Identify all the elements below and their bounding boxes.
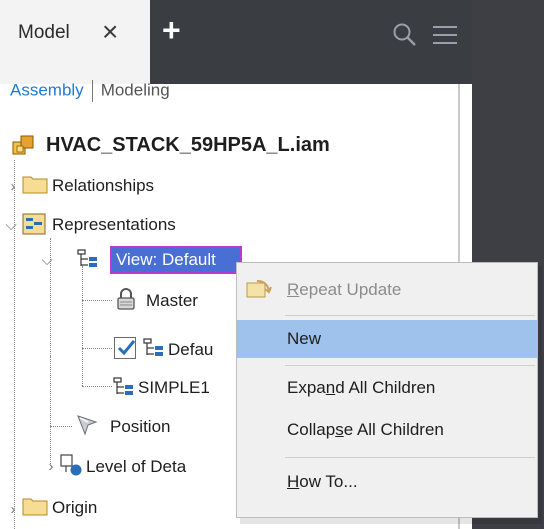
menu-item-label: New [287, 329, 322, 348]
close-icon[interactable]: × [102, 18, 118, 46]
menu-item-new[interactable]: New [237, 320, 537, 358]
chevron-right-icon[interactable]: › [6, 502, 20, 517]
tree-item-simple1[interactable]: SIMPLE1 [138, 378, 210, 398]
tree-item-view-default[interactable]: View: Default [116, 250, 216, 270]
assembly-icon [12, 135, 34, 155]
view-representation-icon [143, 338, 163, 356]
representations-icon [22, 213, 46, 235]
menu-item-label: Repeat Update [287, 280, 402, 299]
tree-item-default[interactable]: Defau [168, 340, 213, 360]
menu-item-label: How To... [287, 472, 358, 491]
tree-item-level-of-detail[interactable]: Level of Deta [86, 457, 186, 477]
menu-item-how-to[interactable]: How To... [237, 463, 537, 501]
folder-icon [22, 176, 48, 194]
tab-model-label: Model [18, 22, 70, 43]
tree-item-representations[interactable]: Representations [52, 215, 176, 235]
menu-separator [285, 457, 535, 458]
tree-root-assembly[interactable]: HVAC_STACK_59HP5A_L.iam [46, 134, 330, 157]
level-of-detail-icon [60, 454, 82, 476]
chevron-right-icon[interactable]: › [6, 179, 20, 194]
view-representation-icon [77, 249, 97, 267]
tree-item-position[interactable]: Position [110, 417, 170, 437]
menu-item-repeat-update[interactable]: Repeat Update [237, 271, 537, 309]
search-icon[interactable] [392, 22, 418, 48]
view-representation-icon [113, 377, 133, 395]
mode-switch: Assembly Modeling [10, 80, 170, 108]
folder-icon [22, 498, 48, 516]
browser-tab-bar: Model × + [0, 0, 472, 84]
tree-connector [82, 386, 112, 387]
menu-separator [285, 315, 535, 316]
repeat-update-icon [246, 280, 272, 298]
context-menu: Repeat Update New Expand All Children Co… [236, 262, 538, 518]
hamburger-menu-icon[interactable] [432, 24, 458, 46]
checkbox-checked-icon[interactable] [114, 337, 136, 359]
mode-separator [91, 80, 93, 102]
menu-item-label: Expand All Children [287, 378, 436, 397]
tree-connector [50, 356, 51, 466]
tab-model[interactable]: Model × [0, 0, 150, 84]
position-icon [77, 415, 98, 436]
chevron-down-icon[interactable]: ⌵ [40, 253, 54, 268]
tree-item-master[interactable]: Master [146, 291, 198, 311]
tree-connector [82, 266, 83, 386]
menu-item-collapse-all-children[interactable]: Collapse All Children [237, 411, 537, 449]
menu-item-expand-all-children[interactable]: Expand All Children [237, 369, 537, 407]
tree-connector [50, 426, 72, 427]
tree-connector [14, 160, 15, 529]
menu-item-label: Collapse All Children [287, 420, 444, 439]
lock-icon [117, 288, 135, 310]
chevron-down-icon[interactable]: ⌵ [4, 218, 18, 233]
tree-item-relationships[interactable]: Relationships [52, 176, 154, 196]
mode-assembly-link[interactable]: Assembly [10, 80, 84, 99]
tree-connector [82, 300, 112, 301]
tree-connector [82, 348, 112, 349]
mode-modeling-link[interactable]: Modeling [101, 80, 170, 99]
chevron-right-icon[interactable]: › [44, 459, 58, 474]
menu-separator [285, 365, 535, 366]
tree-item-origin[interactable]: Origin [52, 498, 97, 518]
plus-icon[interactable]: + [162, 14, 181, 46]
